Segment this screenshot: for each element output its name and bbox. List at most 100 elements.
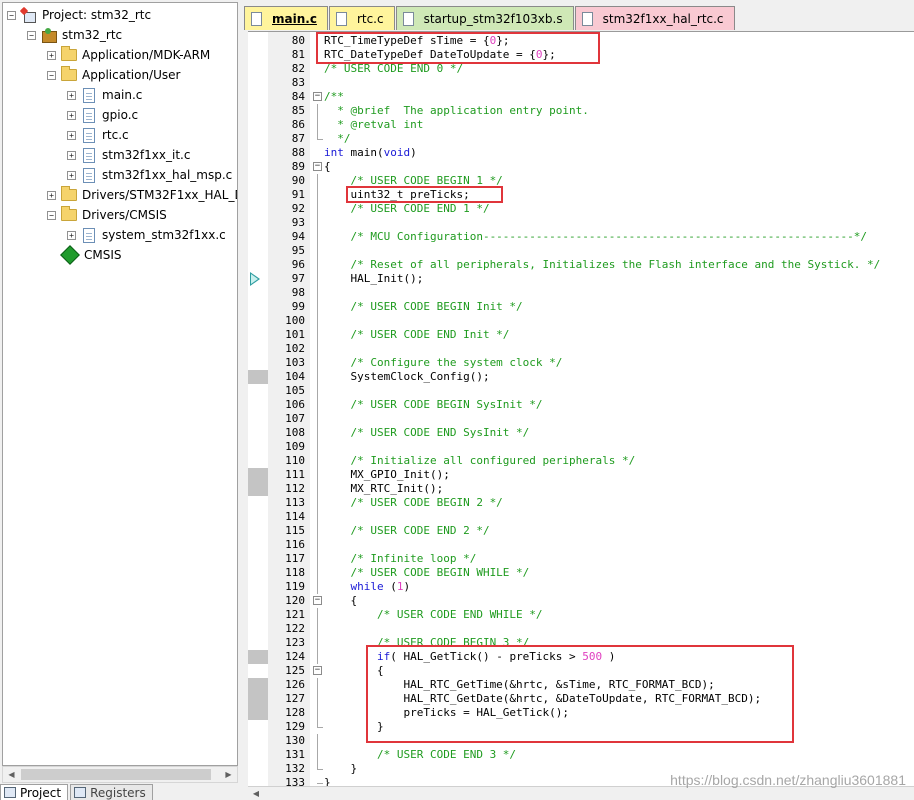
code-text[interactable]: /* USER CODE BEGIN 2 */ xyxy=(324,496,502,510)
line-number: 126 xyxy=(285,678,305,691)
code-line: 111 MX_GPIO_Init(); xyxy=(248,468,914,482)
code-line: 89−{ xyxy=(248,160,914,174)
tree-item[interactable]: + stm32f1xx_hal_msp.c xyxy=(67,165,232,185)
file-tab[interactable]: main.c xyxy=(244,6,328,30)
code-text[interactable]: } xyxy=(324,762,357,776)
expand-icon[interactable]: + xyxy=(67,230,76,240)
expand-icon[interactable]: + xyxy=(67,110,76,120)
code-line: 102 xyxy=(248,342,914,356)
code-text[interactable]: * @retval int xyxy=(324,118,423,132)
scrollbar-thumb[interactable] xyxy=(21,769,211,780)
code-text[interactable]: /* Infinite loop */ xyxy=(324,552,476,566)
fold-guide xyxy=(317,496,318,510)
tree-item[interactable]: + gpio.c xyxy=(67,105,138,125)
tree-item[interactable]: − Application/User xyxy=(47,65,180,85)
scroll-left-icon[interactable]: ◀ xyxy=(3,767,20,782)
tree-item[interactable]: − stm32_rtc xyxy=(27,25,122,45)
code-text[interactable]: /* USER CODE BEGIN Init */ xyxy=(324,300,522,314)
code-text[interactable]: /* USER CODE BEGIN SysInit */ xyxy=(324,398,542,412)
code-text[interactable]: */ xyxy=(324,132,350,146)
code-text[interactable]: /* USER CODE END 0 */ xyxy=(324,62,463,76)
fold-collapse-icon[interactable]: − xyxy=(313,92,322,101)
watermark: https://blog.csdn.net/zhangliu3601881 xyxy=(670,772,906,788)
line-number: 124 xyxy=(285,650,305,663)
code-text[interactable]: while (1) xyxy=(324,580,410,594)
line-number: 87 xyxy=(291,132,305,145)
code-text[interactable]: /* USER CODE END Init */ xyxy=(324,328,509,342)
fold-collapse-icon[interactable]: − xyxy=(313,596,322,605)
tree-item[interactable]: + system_stm32f1xx.c xyxy=(67,225,226,245)
code-text[interactable]: int main(void) xyxy=(324,146,417,160)
fold-guide xyxy=(317,300,318,314)
fold-guide xyxy=(317,440,318,454)
collapse-icon[interactable]: − xyxy=(47,70,56,80)
code-text[interactable]: /* USER CODE END 2 */ xyxy=(324,524,489,538)
expand-icon[interactable]: + xyxy=(67,130,76,140)
scroll-left-icon[interactable]: ◀ xyxy=(248,787,264,800)
tree-item[interactable]: − Drivers/CMSIS xyxy=(47,205,167,225)
line-number: 118 xyxy=(285,566,305,579)
code-text[interactable]: { xyxy=(324,594,357,608)
line-number: 105 xyxy=(285,384,305,397)
code-text[interactable]: SystemClock_Config(); xyxy=(324,370,489,384)
code-text[interactable]: MX_RTC_Init(); xyxy=(324,482,443,496)
tree-item[interactable]: CMSIS xyxy=(47,245,122,265)
tree-item[interactable]: + stm32f1xx_it.c xyxy=(67,145,190,165)
tree-item[interactable]: + main.c xyxy=(67,85,142,105)
line-number: 92 xyxy=(291,202,305,215)
expand-icon[interactable]: + xyxy=(47,190,56,200)
editor-horizontal-scrollbar[interactable]: ◀ xyxy=(248,786,914,800)
fold-guide xyxy=(317,356,318,370)
line-number: 112 xyxy=(285,482,305,495)
code-area[interactable]: 80 RTC_TimeTypeDef sTime = {0}; 81 RTC_Date… xyxy=(248,31,914,786)
code-text[interactable]: /* Configure the system clock */ xyxy=(324,356,562,370)
tree-item[interactable]: + rtc.c xyxy=(67,125,129,145)
code-text[interactable]: /* USER CODE BEGIN WHILE */ xyxy=(324,566,529,580)
code-text[interactable]: * @brief The application entry point. xyxy=(324,104,589,118)
code-text[interactable]: /* USER CODE END 1 */ xyxy=(324,202,489,216)
code-line: 97 HAL_Init(); xyxy=(248,272,914,286)
registers-tab-icon xyxy=(74,787,87,798)
collapse-icon[interactable]: − xyxy=(47,210,56,220)
fold-collapse-icon[interactable]: − xyxy=(313,666,322,675)
file-tab[interactable]: startup_stm32f103xb.s xyxy=(395,6,574,30)
line-number: 85 xyxy=(291,104,305,117)
code-text[interactable]: /** xyxy=(324,90,344,104)
tree-item[interactable]: − Project: stm32_rtc xyxy=(7,5,151,25)
tree-item[interactable]: + Drivers/STM32F1xx_HAL_Driv xyxy=(47,185,237,205)
code-text[interactable]: MX_GPIO_Init(); xyxy=(324,468,449,482)
source-file-icon xyxy=(83,167,95,183)
code-text[interactable]: /* Initialize all configured peripherals… xyxy=(324,454,635,468)
code-text[interactable]: /* USER CODE END 3 */ xyxy=(324,748,516,762)
file-icon xyxy=(581,11,593,26)
expand-icon[interactable]: + xyxy=(67,170,76,180)
code-line: 92 /* USER CODE END 1 */ xyxy=(248,202,914,216)
file-tab[interactable]: rtc.c xyxy=(328,6,395,30)
tab-registers[interactable]: Registers xyxy=(70,784,153,800)
expand-icon[interactable]: + xyxy=(67,90,76,100)
project-horizontal-scrollbar[interactable]: ◀ ▶ xyxy=(2,766,238,783)
code-line: 100 xyxy=(248,314,914,328)
tab-project[interactable]: Project xyxy=(0,784,69,800)
fold-guide xyxy=(317,678,318,692)
line-number: 117 xyxy=(285,552,305,565)
file-tab[interactable]: stm32f1xx_hal_rtc.c xyxy=(574,6,735,30)
code-text[interactable]: /* Reset of all peripherals, Initializes… xyxy=(324,258,880,272)
line-number: 95 xyxy=(291,244,305,257)
fold-collapse-icon[interactable]: − xyxy=(313,162,322,171)
code-line: 131 /* USER CODE END 3 */ xyxy=(248,748,914,762)
code-text[interactable]: { xyxy=(324,160,331,174)
tree-item[interactable]: + Application/MDK-ARM xyxy=(47,45,210,65)
scroll-right-icon[interactable]: ▶ xyxy=(220,767,237,782)
expand-icon[interactable]: + xyxy=(47,50,56,60)
code-text[interactable]: } xyxy=(324,776,331,786)
collapse-icon[interactable]: − xyxy=(7,10,16,20)
code-text[interactable]: HAL_Init(); xyxy=(324,272,423,286)
collapse-icon[interactable]: − xyxy=(27,30,36,40)
fold-guide xyxy=(317,118,318,132)
project-icon xyxy=(21,8,37,23)
expand-icon[interactable]: + xyxy=(67,150,76,160)
code-text[interactable]: /* USER CODE END WHILE */ xyxy=(324,608,543,622)
code-text[interactable]: /* MCU Configuration--------------------… xyxy=(324,230,867,244)
code-text[interactable]: /* USER CODE END SysInit */ xyxy=(324,426,529,440)
